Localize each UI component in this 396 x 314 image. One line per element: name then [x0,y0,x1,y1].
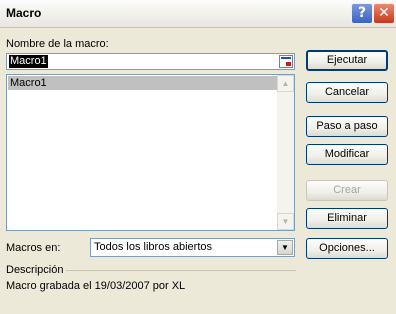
macros-in-label: Macros en: [6,242,61,254]
chevron-down-icon[interactable]: ▼ [277,240,293,255]
macro-name-value: Macro1 [9,55,48,68]
help-icon[interactable]: ? [351,3,373,24]
scroll-down-icon[interactable]: ▼ [277,213,294,230]
description-divider [66,270,296,271]
window-title: Macro [6,6,42,20]
options-button[interactable]: Opciones... [306,238,388,259]
list-item[interactable]: Macro1 [8,76,278,90]
cancel-button[interactable]: Cancelar [306,82,388,103]
description-label: Descripción [6,264,64,276]
run-button[interactable]: Ejecutar [306,50,388,71]
macro-name-label: Nombre de la macro: [6,38,109,50]
macro-list[interactable]: Macro1 ▲ ▼ [6,74,295,231]
vertical-scrollbar[interactable]: ▲ ▼ [277,75,294,230]
description-text: Macro grabada el 19/03/2007 por XL [6,280,186,292]
close-icon[interactable]: ✕ [373,3,395,24]
collapse-dialog-icon[interactable] [279,55,293,68]
delete-button[interactable]: Eliminar [306,208,388,229]
macro-name-input[interactable]: Macro1 [6,53,295,70]
scroll-up-icon[interactable]: ▲ [277,75,294,92]
title-bar: Macro ? ✕ [0,0,396,28]
edit-button[interactable]: Modificar [306,144,388,165]
step-into-button[interactable]: Paso a paso [306,116,388,137]
create-button[interactable]: Crear [306,180,388,201]
macros-in-value: Todos los libros abiertos [94,241,213,253]
macros-in-select[interactable]: Todos los libros abiertos ▼ [90,238,295,257]
